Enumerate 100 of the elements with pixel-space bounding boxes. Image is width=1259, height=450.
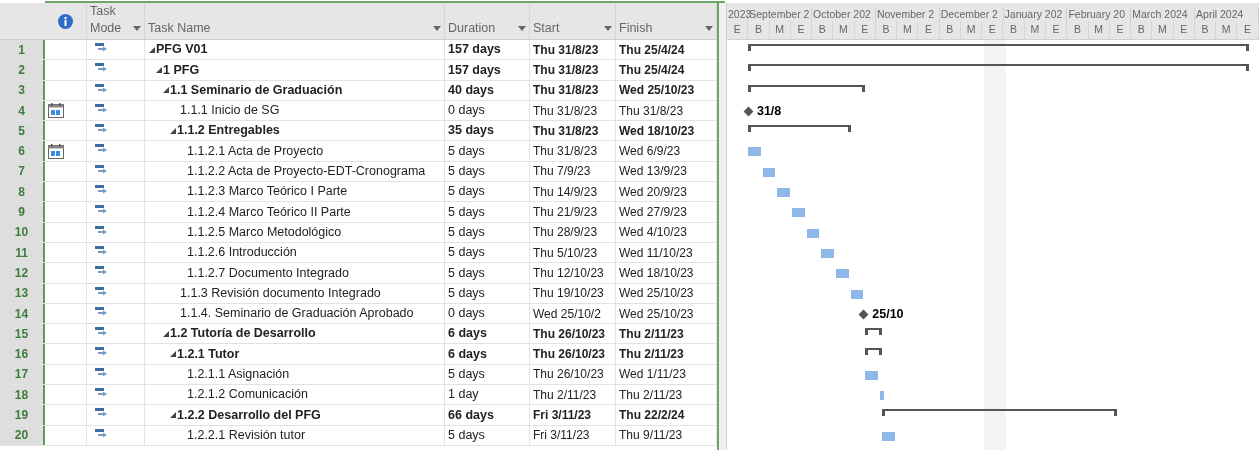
splitter[interactable]: [717, 3, 727, 450]
start-date: Thu 31/8/23: [533, 122, 599, 140]
task-bar: [850, 289, 864, 299]
task-name: 1.1.4. Seminario de Graduación Aprobado: [180, 305, 414, 323]
task-name: 1.2 Tutoría de Desarrollo: [170, 325, 316, 343]
duration-cell-text: 5 days: [448, 366, 485, 383]
finish-date: Wed 11/10/23: [619, 244, 693, 262]
task-mode-icon: [95, 164, 108, 175]
finish-date: Thu 9/11/23: [619, 427, 683, 445]
task-name: 1.1.2.5 Marco Metodológico: [187, 223, 342, 241]
task-bar: [865, 370, 879, 380]
column-header[interactable]: Task Mode: [87, 3, 145, 39]
period-label: B: [754, 22, 762, 38]
start-date: Thu 28/9/23: [533, 224, 598, 242]
task-name: 1.2.1.2 Comunicación: [187, 386, 308, 404]
start-date: Thu 19/10/23: [533, 285, 604, 303]
duration-cell-text: 0 days: [448, 305, 485, 323]
task-mode-icon: [95, 185, 108, 196]
start-date: Thu 31/8/23: [533, 41, 599, 59]
row-number[interactable]: 5: [0, 121, 45, 141]
row-number[interactable]: 1: [0, 40, 45, 60]
start-date: Thu 26/10/23: [533, 366, 604, 384]
duration-cell-text: 5 days: [448, 264, 485, 282]
period-label: M: [839, 22, 848, 38]
start-date: Thu 31/8/23: [533, 143, 598, 161]
finish-date: Thu 2/11/23: [619, 325, 684, 343]
duration-cell-text: 5 days: [448, 163, 485, 181]
duration-cell-text: 5 days: [448, 223, 485, 241]
period-label: M: [1158, 22, 1167, 38]
finish-date: Thu 25/4/24: [619, 61, 685, 79]
dropdown-icon[interactable]: [133, 26, 141, 31]
duration-cell-text: 5 days: [448, 244, 485, 262]
row-number[interactable]: 18: [0, 385, 45, 405]
row-number[interactable]: 9: [0, 202, 45, 222]
finish-date: Wed 13/9/23: [619, 163, 687, 181]
dropdown-icon[interactable]: [433, 26, 441, 31]
task-name: 1.1.2.1 Acta de Proyecto: [187, 142, 324, 160]
calendar-icon: [48, 103, 64, 119]
duration-cell-text: 5 days: [448, 183, 485, 201]
column-header[interactable]: Start: [530, 3, 616, 39]
row-number[interactable]: 19: [0, 405, 45, 425]
period-label: E: [1180, 22, 1188, 38]
collapse-icon[interactable]: [170, 127, 176, 134]
dropdown-icon[interactable]: [604, 26, 612, 31]
task-mode-icon: [95, 388, 108, 399]
start-date: Fri 3/11/23: [533, 407, 592, 424]
period-label: B: [1073, 22, 1081, 38]
period-label: B: [1137, 22, 1145, 38]
finish-date: Wed 25/10/23: [619, 82, 695, 100]
collapse-icon[interactable]: [163, 330, 169, 337]
start-date: Thu 26/10/23: [533, 325, 606, 343]
period-label: B: [818, 22, 826, 38]
period-label: E: [733, 22, 741, 38]
collapse-icon[interactable]: [170, 412, 176, 418]
task-name: 1.2.2.1 Revisión tutor: [187, 426, 306, 444]
period-label: M: [1221, 22, 1231, 38]
task-mode-icon: [95, 205, 108, 216]
collapse-icon[interactable]: [170, 351, 176, 358]
row-number[interactable]: 12: [0, 263, 45, 283]
start-date: Thu 31/8/23: [533, 102, 598, 120]
summary-bar: [865, 328, 883, 336]
row-number[interactable]: 2: [0, 60, 45, 80]
duration-cell-text: 35 days: [448, 122, 494, 140]
month-label: September 2: [749, 7, 810, 22]
period-label: E: [797, 22, 805, 38]
row-number[interactable]: 15: [0, 324, 45, 344]
task-name: 1 PFG: [163, 61, 200, 79]
column-header[interactable]: Task Name: [145, 3, 445, 39]
finish-date: Thu 25/4/24: [619, 41, 685, 59]
task-bar: [762, 167, 776, 177]
task-name: 1.1.3 Revisión documento Integrado: [180, 284, 381, 302]
period-label: E: [861, 22, 869, 38]
period-label: E: [1244, 22, 1251, 38]
finish-date: Thu 31/8/23: [619, 102, 684, 120]
period-label: B: [1010, 22, 1018, 38]
column-header[interactable]: Duration: [445, 3, 530, 39]
row-number[interactable]: 6: [0, 141, 45, 161]
collapse-icon[interactable]: [163, 87, 169, 94]
start-date: Thu 7/9/23: [533, 163, 591, 181]
task-mode-icon: [95, 144, 108, 155]
dropdown-icon[interactable]: [518, 26, 526, 31]
collapse-icon[interactable]: [156, 66, 162, 73]
task-bar: [777, 188, 790, 198]
task-name: 1.1.2.4 Marco Teórico II Parte: [187, 203, 351, 221]
period-label: E: [988, 22, 996, 38]
task-name: 1.2.1.1 Asignación: [187, 366, 290, 383]
dropdown-icon[interactable]: [705, 26, 713, 31]
collapse-icon[interactable]: [149, 46, 155, 53]
period-label: M: [775, 22, 785, 38]
row-number[interactable]: 8: [0, 182, 45, 202]
row-number[interactable]: 16: [0, 344, 45, 364]
period-label: B: [946, 22, 954, 38]
task-mode-icon: [95, 408, 108, 419]
task-mode-icon: [95, 124, 108, 135]
info-icon: [58, 13, 73, 29]
start-date: Thu 21/9/23: [533, 204, 598, 221]
finish-date: Thu 2/11/23: [619, 386, 683, 404]
finish-date: Wed 6/9/23: [619, 143, 681, 161]
milestone-label: 31/8: [756, 102, 782, 120]
month-label: February 20: [1068, 7, 1126, 22]
